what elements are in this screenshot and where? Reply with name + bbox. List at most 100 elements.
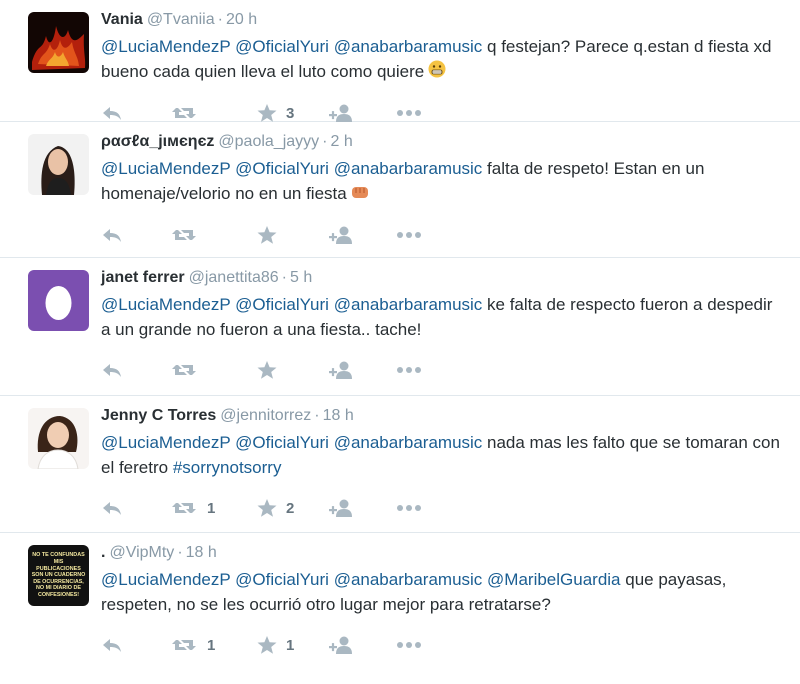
follow-user-icon	[328, 103, 354, 123]
username-handle[interactable]: @paola_jayyy	[218, 133, 319, 150]
mention-link[interactable]: @anabarbaramusic	[334, 37, 483, 56]
follow-button[interactable]	[328, 498, 396, 518]
tweet[interactable]: janet ferrer @janettita86 · 5 h @LuciaMendez…	[0, 258, 800, 396]
star-icon	[256, 498, 278, 518]
mention-link[interactable]: @OficialYuri	[235, 295, 329, 314]
more-button[interactable]	[396, 641, 422, 649]
timestamp[interactable]: 20 h	[226, 11, 257, 28]
retweet-button[interactable]: 1	[171, 499, 256, 517]
retweet-button[interactable]	[171, 361, 256, 379]
mention-link[interactable]: @OficialYuri	[235, 159, 329, 178]
separator-dot: ·	[322, 133, 328, 150]
more-dots-icon	[396, 231, 422, 239]
mention-link[interactable]: @OficialYuri	[235, 433, 329, 452]
more-button[interactable]	[396, 231, 422, 239]
mention-link[interactable]: @LuciaMendezP	[101, 37, 230, 56]
separator-dot: ·	[314, 407, 320, 424]
follow-button[interactable]	[328, 635, 396, 655]
separator-dot: ·	[217, 11, 223, 28]
retweet-button[interactable]: 1	[171, 636, 256, 654]
timestamp[interactable]: 18 h	[323, 407, 354, 424]
retweet-button[interactable]	[171, 104, 256, 122]
follow-button[interactable]	[328, 360, 396, 380]
reply-icon	[101, 361, 123, 379]
display-name[interactable]: Vania	[101, 11, 143, 28]
retweet-count: 1	[207, 636, 216, 654]
tweet[interactable]: Vania @Tvaniia · 20 h @LuciaMendezP @Oficial…	[0, 0, 800, 123]
follow-user-icon	[328, 635, 354, 655]
user-avatar[interactable]	[28, 12, 89, 73]
more-dots-icon	[396, 641, 422, 649]
favorite-count: 2	[286, 499, 295, 517]
avatar-quote-text: NO TE CONFUNDAS MIS PUBLICACIONES SON UN…	[31, 552, 86, 598]
tweet-text: @LuciaMendezP @OficialYuri @anabarbaramu…	[101, 34, 786, 85]
favorite-button[interactable]	[256, 225, 328, 245]
display-name[interactable]: ρασℓα_jιмєηєz	[101, 133, 214, 150]
username-handle[interactable]: @janettita86	[189, 269, 279, 286]
star-icon	[256, 360, 278, 380]
tweet-actions	[101, 215, 786, 255]
follow-user-icon	[328, 498, 354, 518]
tweet-actions: 12	[101, 488, 786, 528]
reply-button[interactable]	[101, 104, 171, 122]
mention-link[interactable]: @MaribelGuardia	[487, 570, 620, 589]
favorite-button[interactable]: 3	[256, 103, 328, 123]
mention-link[interactable]: @OficialYuri	[235, 37, 329, 56]
display-name[interactable]: janet ferrer	[101, 269, 185, 286]
favorite-button[interactable]	[256, 360, 328, 380]
user-avatar[interactable]	[28, 270, 89, 331]
tweet-text: @LuciaMendezP @OficialYuri @anabarbaramu…	[101, 567, 786, 617]
separator-dot: ·	[177, 544, 183, 561]
reply-icon	[101, 104, 123, 122]
username-handle[interactable]: @jennitorrez	[220, 407, 311, 424]
more-dots-icon	[396, 366, 422, 374]
mention-link[interactable]: @LuciaMendezP	[101, 295, 230, 314]
retweet-icon	[171, 499, 199, 517]
timestamp[interactable]: 5 h	[290, 269, 312, 286]
user-avatar[interactable]: NO TE CONFUNDAS MIS PUBLICACIONES SON UN…	[28, 545, 89, 606]
more-button[interactable]	[396, 109, 422, 117]
reply-button[interactable]	[101, 361, 171, 379]
username-handle[interactable]: @VipMty	[109, 544, 174, 561]
display-name[interactable]: Jenny C Torres	[101, 407, 216, 424]
user-avatar[interactable]	[28, 408, 89, 469]
favorite-button[interactable]: 1	[256, 635, 328, 655]
favorite-count: 1	[286, 636, 295, 654]
favorite-button[interactable]: 2	[256, 498, 328, 518]
mention-link[interactable]: @anabarbaramusic	[334, 159, 483, 178]
star-icon	[256, 103, 278, 123]
more-dots-icon	[396, 109, 422, 117]
user-avatar[interactable]	[28, 134, 89, 195]
more-button[interactable]	[396, 504, 422, 512]
tweet[interactable]: ρασℓα_jιмєηєz @paola_jayyy · 2 h @LuciaMende…	[0, 122, 800, 258]
more-button[interactable]	[396, 366, 422, 374]
mention-link[interactable]: @LuciaMendezP	[101, 433, 230, 452]
mention-link[interactable]: @anabarbaramusic	[334, 570, 483, 589]
timestamp[interactable]: 18 h	[186, 544, 217, 561]
tweet[interactable]: NO TE CONFUNDAS MIS PUBLICACIONES SON UN…	[0, 533, 800, 684]
mention-link[interactable]: @LuciaMendezP	[101, 570, 230, 589]
reply-button[interactable]	[101, 636, 171, 654]
retweet-icon	[171, 226, 199, 244]
timestamp[interactable]: 2 h	[330, 133, 352, 150]
tweet[interactable]: Jenny C Torres @jennitorrez · 18 h @LuciaMen…	[0, 396, 800, 533]
mention-link[interactable]: @anabarbaramusic	[334, 433, 483, 452]
more-dots-icon	[396, 504, 422, 512]
retweet-button[interactable]	[171, 226, 256, 244]
reply-button[interactable]	[101, 226, 171, 244]
follow-button[interactable]	[328, 103, 396, 123]
mention-link[interactable]: @anabarbaramusic	[334, 295, 483, 314]
reply-button[interactable]	[101, 499, 171, 517]
retweet-icon	[171, 104, 199, 122]
hashtag-link[interactable]: #sorrynotsorry	[173, 458, 282, 477]
reply-icon	[101, 499, 123, 517]
follow-button[interactable]	[328, 225, 396, 245]
grimace-emoji	[428, 60, 446, 85]
fist-emoji	[351, 182, 369, 207]
username-handle[interactable]: @Tvaniia	[147, 11, 215, 28]
mention-link[interactable]: @OficialYuri	[235, 570, 329, 589]
mention-link[interactable]: @LuciaMendezP	[101, 159, 230, 178]
star-icon	[256, 635, 278, 655]
display-name[interactable]: .	[101, 544, 105, 561]
separator-dot: ·	[281, 269, 287, 286]
